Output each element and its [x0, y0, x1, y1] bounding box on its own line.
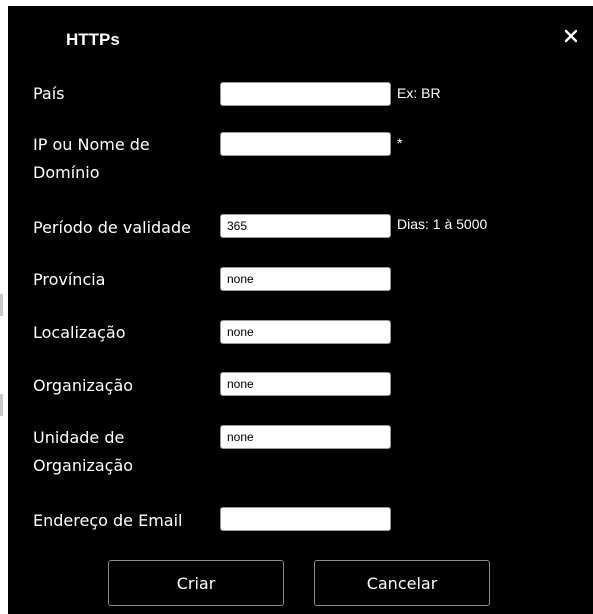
unit-label-line1: Unidade de [33, 428, 125, 447]
organization-input[interactable] [220, 372, 391, 396]
domain-required-mark: * [397, 135, 403, 151]
edge-mark [0, 394, 3, 416]
organization-label: Organização [33, 376, 134, 395]
validity-hint: Dias: 1 à 5000 [397, 216, 488, 232]
unit-label: Unidade de Organização [33, 424, 223, 480]
country-label: País [33, 84, 65, 103]
https-dialog: HTTPs País Ex: BR IP ou Nome de Domínio … [8, 6, 593, 614]
domain-label-line1: IP ou Nome de [33, 135, 150, 154]
email-input[interactable] [220, 507, 391, 531]
unit-input[interactable] [220, 425, 391, 449]
close-icon [564, 29, 578, 43]
dialog-title: HTTPs [66, 30, 120, 49]
close-button[interactable] [557, 22, 585, 50]
create-button[interactable]: Criar [108, 560, 284, 606]
email-label: Endereço de Email [33, 511, 183, 530]
location-input[interactable] [220, 320, 391, 344]
unit-label-line2: Organização [33, 456, 134, 475]
edge-mark [0, 294, 3, 316]
country-input[interactable] [220, 82, 391, 106]
domain-input[interactable] [220, 132, 391, 156]
domain-label-line2: Domínio [33, 163, 100, 182]
province-label: Província [33, 270, 106, 289]
validity-label: Período de validade [33, 218, 191, 237]
domain-label: IP ou Nome de Domínio [33, 131, 223, 187]
country-hint: Ex: BR [397, 85, 441, 101]
province-input[interactable] [220, 267, 391, 291]
cancel-button[interactable]: Cancelar [314, 560, 490, 606]
validity-input[interactable] [220, 214, 391, 238]
location-label: Localização [33, 323, 126, 342]
